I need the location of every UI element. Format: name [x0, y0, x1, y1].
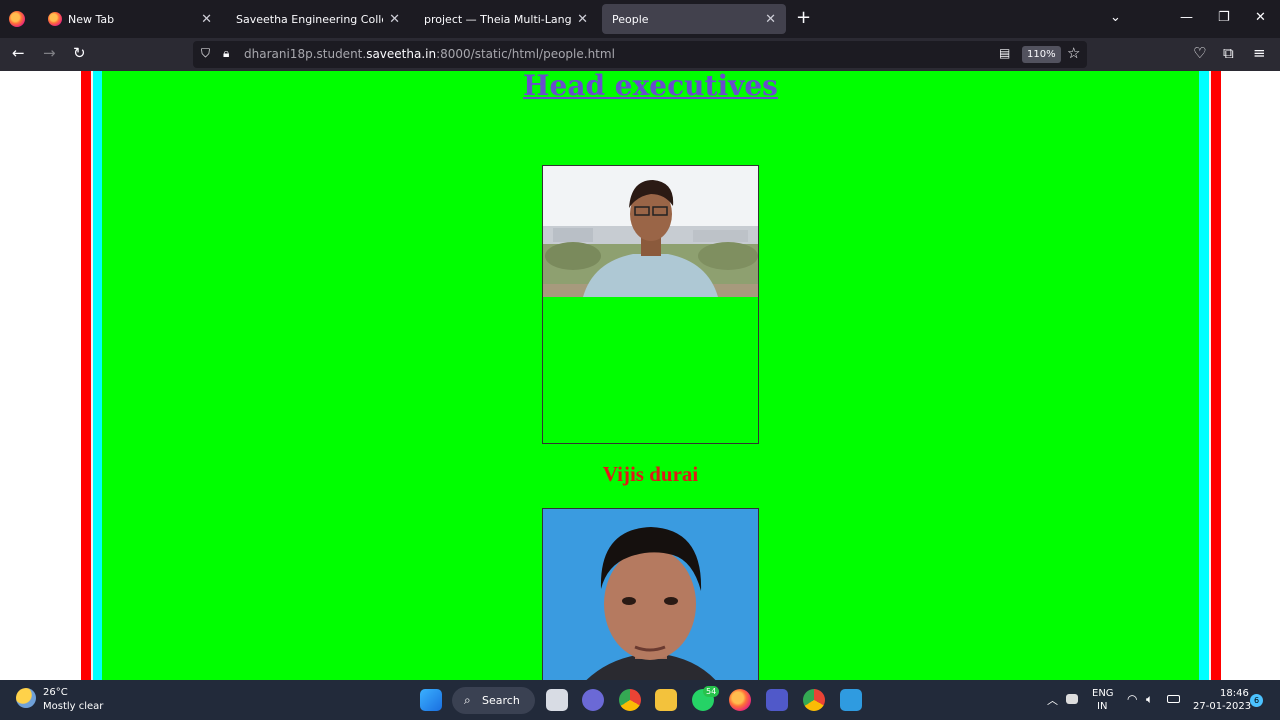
teams-icon[interactable]	[766, 689, 788, 711]
windows-taskbar: 26°C Mostly clear ⌕ Search 54 ︿ ENG IN ◠…	[0, 680, 1280, 720]
tab-label: New Tab	[68, 12, 115, 26]
person-photo	[543, 166, 758, 297]
page-heading[interactable]: Head executives	[102, 71, 1199, 102]
taskbar-search[interactable]: ⌕ Search	[452, 687, 535, 714]
windows-start-icon[interactable]	[420, 689, 442, 711]
person-photo-frame	[542, 165, 759, 444]
search-label: Search	[482, 694, 520, 707]
tab-saveetha[interactable]: Saveetha Engineering College ✕	[226, 4, 410, 34]
extensions-icon[interactable]: ⧉	[1223, 44, 1234, 62]
forward-icon[interactable]: →	[43, 44, 56, 62]
menu-icon[interactable]: ≡	[1253, 44, 1266, 62]
minimize-icon[interactable]: —	[1180, 10, 1193, 25]
chevron-up-icon[interactable]: ︿	[1047, 692, 1058, 708]
chrome-profile-icon[interactable]	[803, 689, 825, 711]
left-red-border	[81, 71, 91, 680]
browser-nav-bar: ← → ↻ ⛉ 🔒︎ dharani18p.student.saveetha.i…	[0, 38, 1280, 71]
battery-icon[interactable]	[1167, 695, 1180, 703]
whatsapp-badge: 54	[703, 686, 720, 697]
browser-tab-bar: New Tab ✕ Saveetha Engineering College ✕…	[0, 0, 1280, 38]
window-close-icon[interactable]: ✕	[1255, 10, 1266, 25]
close-icon[interactable]: ✕	[201, 12, 212, 27]
task-view-icon[interactable]	[546, 689, 568, 711]
tab-people[interactable]: People ✕	[602, 4, 786, 34]
close-icon[interactable]: ✕	[389, 12, 400, 27]
shield-icon[interactable]: ⛉	[201, 46, 210, 61]
clock-time[interactable]: 18:46	[1220, 688, 1249, 699]
person-photo	[543, 509, 758, 680]
list-all-tabs-icon[interactable]: ⌄	[1110, 10, 1121, 25]
language-bottom[interactable]: IN	[1097, 701, 1107, 712]
left-cyan-border	[91, 71, 102, 680]
url-text[interactable]: dharani18p.student.saveetha.in:8000/stat…	[244, 47, 615, 61]
reader-view-icon[interactable]: ▤	[999, 46, 1010, 60]
language-top[interactable]: ENG	[1092, 688, 1114, 699]
right-red-border	[1211, 71, 1221, 680]
weather-icon[interactable]	[16, 688, 36, 708]
file-explorer-icon[interactable]	[655, 689, 677, 711]
person-name: Vijis durai	[602, 462, 699, 486]
tab-project[interactable]: project — Theia Multi-Language Ex ✕	[414, 4, 598, 34]
url-domain: saveetha.in	[366, 47, 437, 61]
weather-desc[interactable]: Mostly clear	[43, 701, 103, 712]
wifi-icon[interactable]: ◠	[1127, 692, 1137, 706]
zoom-level[interactable]: 110%	[1022, 46, 1061, 63]
chrome-icon[interactable]	[619, 689, 641, 711]
lock-icon[interactable]: 🔒︎	[223, 46, 229, 61]
tab-new-tab[interactable]: New Tab ✕	[38, 4, 222, 34]
pocket-icon[interactable]: ♡	[1193, 44, 1206, 62]
people-panel: Head executives Vijis durai	[102, 71, 1199, 680]
vscode-icon[interactable]	[840, 689, 862, 711]
tab-label: Saveetha Engineering College	[236, 12, 383, 26]
heading-text[interactable]: Head executives	[523, 71, 778, 102]
close-icon[interactable]: ✕	[765, 12, 776, 27]
bookmark-star-icon[interactable]: ☆	[1067, 44, 1080, 62]
url-prefix: dharani18p.student.	[244, 47, 367, 61]
search-icon: ⌕	[464, 693, 471, 707]
restore-icon[interactable]: ❐	[1218, 10, 1230, 25]
notification-badge[interactable]: 6	[1250, 694, 1263, 707]
reload-icon[interactable]: ↻	[73, 44, 86, 62]
weather-temp[interactable]: 26°C	[43, 687, 68, 698]
teams-chat-icon[interactable]	[582, 689, 604, 711]
right-cyan-border	[1199, 71, 1211, 680]
url-suffix: :8000/static/html/people.html	[436, 47, 615, 61]
firefox-logo-icon[interactable]	[9, 11, 25, 27]
volume-icon[interactable]: 🔈︎	[1146, 692, 1153, 707]
person-photo-frame	[542, 508, 759, 680]
firefox-icon[interactable]	[729, 689, 751, 711]
tab-label: People	[612, 12, 649, 26]
back-icon[interactable]: ←	[12, 44, 25, 62]
firefox-favicon-icon	[48, 12, 62, 26]
clock-date[interactable]: 27-01-2023	[1193, 701, 1251, 712]
tab-label: project — Theia Multi-Language Ex	[424, 12, 572, 26]
close-icon[interactable]: ✕	[577, 12, 588, 27]
cloud-icon[interactable]	[1066, 694, 1078, 704]
new-tab-icon[interactable]: +	[796, 9, 811, 27]
page-content: Head executives Vijis durai	[0, 71, 1280, 680]
address-bar[interactable]: ⛉ 🔒︎ dharani18p.student.saveetha.in:8000…	[193, 41, 1087, 68]
